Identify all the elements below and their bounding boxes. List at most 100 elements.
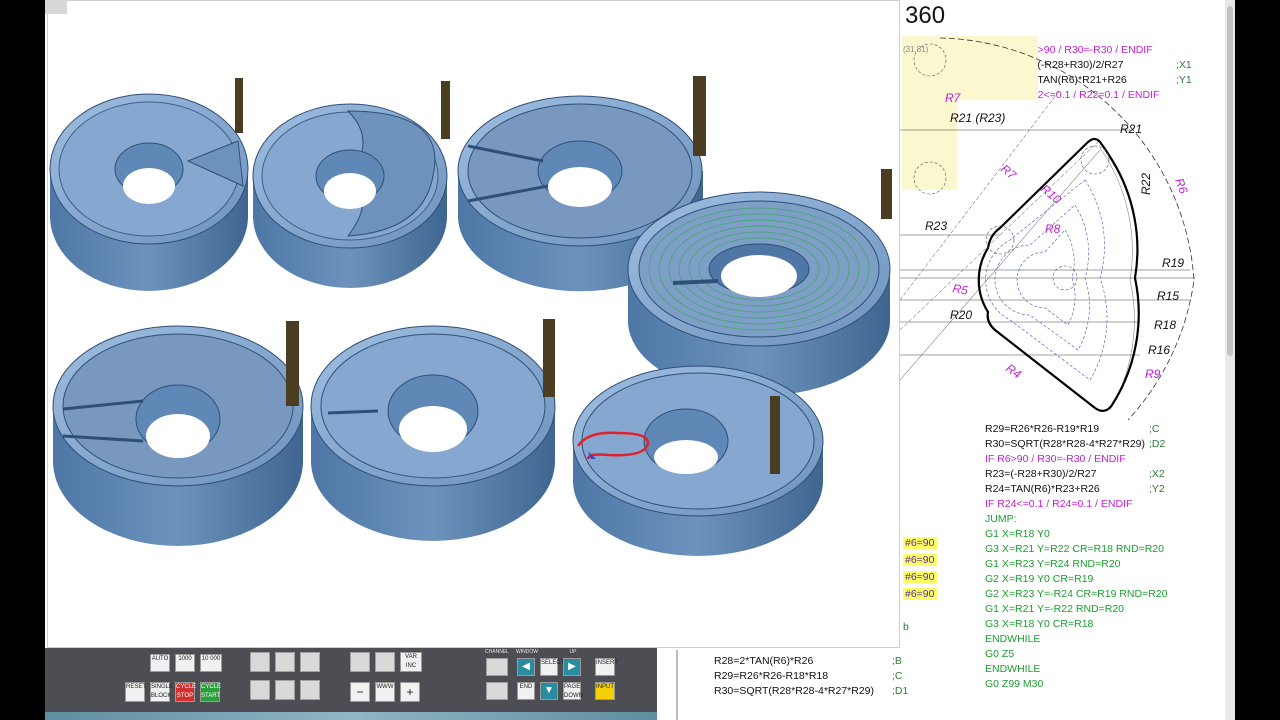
part-disc-1 — [49, 78, 249, 291]
code-line: R30=SQRT(R28*R28-4*R27*R29) ;D2 — [985, 437, 1167, 452]
blank-key[interactable] — [275, 652, 295, 672]
panel-label: CHANNEL — [485, 649, 509, 655]
code-comment: ;D1 — [892, 685, 909, 697]
code-text: R23=(-R28+R30)/2/R27 — [985, 468, 1097, 480]
code-line: G3 X=R18 Y0 CR=R18 — [985, 618, 1094, 630]
pocket-contour — [977, 137, 1140, 412]
inc-10000-key[interactable]: 10 000 — [200, 654, 222, 672]
blank-key[interactable] — [375, 652, 395, 672]
scrollbar-thumb[interactable] — [1227, 6, 1233, 356]
code-line: ENDWHILE — [985, 633, 1041, 645]
part-disc-6 — [310, 319, 556, 541]
dim-label: R23 — [925, 219, 947, 233]
cycle-stop-key[interactable]: CYCLE STOP — [175, 682, 196, 702]
toolpath — [985, 179, 1108, 381]
highlight-snippet: #6=90 — [903, 554, 937, 566]
var-inc-key[interactable]: VAR INC — [400, 652, 422, 672]
blank-key[interactable] — [350, 652, 370, 672]
code-line: G1 X=R23 Y=R24 RND=R20 — [985, 558, 1121, 570]
code-comment: ;D2 — [1149, 438, 1166, 450]
highlight-snippet: #6=90 — [903, 588, 937, 600]
page-down-key[interactable]: PAGE DOWN — [563, 682, 583, 700]
blank-key[interactable] — [250, 680, 270, 700]
minus-key[interactable]: − — [350, 682, 370, 702]
code-line: G2 X=R19 Y0 CR=R19 — [985, 573, 1094, 585]
machine-control-panel: AUTO 1000 10 000 RESET SINGLE BLOCK CYCL… — [45, 648, 657, 720]
select-key[interactable]: SELECT — [540, 658, 564, 676]
part-renders — [49, 76, 892, 556]
dim-label: R5 — [951, 281, 969, 298]
dim-label: R7 — [945, 91, 962, 105]
blank-key[interactable] — [250, 652, 270, 672]
dim-label: R8 — [1045, 222, 1061, 236]
stray-letter: b — [903, 621, 909, 633]
panel-divider — [676, 650, 678, 720]
code-comment: ;Y2 — [1149, 483, 1165, 495]
dim-label: R9 — [1145, 367, 1161, 381]
mid-code-block: R29=R26*R26-R19*R19 ;C R30=SQRT(R28*R28-4… — [985, 422, 1167, 692]
code-comment: ;X2 — [1149, 468, 1165, 480]
dim-label: R7 — [998, 162, 1020, 183]
blank-key[interactable] — [275, 680, 295, 700]
part-disc-7 — [572, 365, 824, 556]
vertical-scrollbar[interactable] — [1225, 0, 1235, 720]
auto-key[interactable]: AUTO — [150, 654, 170, 672]
code-line: R29=R26*R26-R18*R18 ;C — [714, 669, 903, 684]
highlight-snippet: #6=90 — [903, 537, 937, 549]
code-text: R29=R26*R26-R19*R19 — [985, 423, 1100, 435]
blank-key[interactable] — [300, 652, 320, 672]
part-disc-5 — [52, 321, 304, 546]
code-line: G1 X=R18 Y0 — [985, 528, 1050, 540]
code-line: G2 X=R23 Y=-R24 CR=R19 RND=R20 — [985, 588, 1168, 600]
code-line: G1 X=R21 Y=-R22 RND=R20 — [985, 603, 1125, 615]
left-key[interactable]: ◀ — [517, 658, 535, 676]
code-line: IF R6>90 / R30=-R30 / ENDIF — [985, 453, 1126, 465]
input-key[interactable]: INPUT — [595, 682, 615, 700]
reset-key[interactable]: RESET — [125, 682, 146, 702]
technical-drawing: (31,81) R7 R21 (R23) R21 R22 R6 R7 R10 R… — [900, 36, 1195, 420]
code-text: R30=SQRT(R28*R28-4*R27*R29) — [985, 438, 1146, 450]
header-number: 360 — [905, 2, 946, 29]
code-line: G0 Z99 M30 — [985, 678, 1044, 690]
code-line: R28=2*TAN(R6)*R26 ;B — [714, 654, 902, 669]
panel-label: UP — [569, 649, 577, 655]
code-comment: ;B — [892, 655, 902, 667]
plus-key[interactable]: + — [400, 682, 420, 702]
simulation-render-window[interactable] — [47, 0, 900, 648]
tool-circle — [1080, 145, 1110, 175]
window-corner-tab — [45, 0, 67, 14]
code-line: R30=SQRT(R28*R28-4*R27*R29) ;D1 — [714, 684, 908, 699]
dim-label: R20 — [950, 308, 972, 322]
insert-key[interactable]: INSERT — [595, 658, 618, 676]
highlight-area — [902, 100, 957, 190]
single-block-key[interactable]: SINGLE BLOCK — [150, 682, 173, 702]
bottom-code-block: R28=2*TAN(R6)*R26 ;B R29=R26*R26-R18*R18;… — [714, 654, 908, 699]
code-text: R24=TAN(R6)*R23+R26 — [985, 483, 1100, 495]
dim-label: R4 — [1003, 361, 1024, 381]
panel-label: WINDOW — [516, 649, 538, 655]
cycle-start-key[interactable]: CYCLE START — [200, 682, 221, 702]
code-text: R30=SQRT(R28*R28-4*R27*R29) — [714, 685, 875, 697]
rapid-key[interactable]: WWW — [375, 682, 395, 702]
dim-label: R21 — [1120, 122, 1142, 136]
code-comment: ;C — [892, 670, 903, 682]
blank-key[interactable] — [300, 680, 320, 700]
group-channel-key[interactable] — [486, 658, 508, 676]
dim-label: R21 (R23) — [950, 111, 1005, 125]
dim-label: R16 — [1148, 343, 1170, 357]
code-line: ENDWHILE — [985, 663, 1041, 675]
down-key[interactable]: ▼ — [540, 682, 558, 700]
code-line: R24=TAN(R6)*R23+R26 ;Y2 — [985, 482, 1167, 497]
code-line: G3 X=R21 Y=R22 CR=R18 RND=R20 — [985, 543, 1164, 555]
help-key[interactable] — [486, 682, 508, 700]
inc-1000-key[interactable]: 1000 — [175, 654, 195, 672]
end-key[interactable]: END — [517, 682, 535, 700]
right-key[interactable]: ▶ — [563, 658, 581, 676]
right-black-border — [1235, 0, 1280, 720]
code-text: R29=R26*R26-R18*R18 — [714, 670, 829, 682]
background-strip — [45, 712, 657, 720]
highlight-snippet: #6=90 — [903, 571, 937, 583]
code-line: G0 Z5 — [985, 648, 1015, 660]
dim-label: R15 — [1157, 289, 1179, 303]
code-text: R28=2*TAN(R6)*R26 — [714, 655, 814, 667]
